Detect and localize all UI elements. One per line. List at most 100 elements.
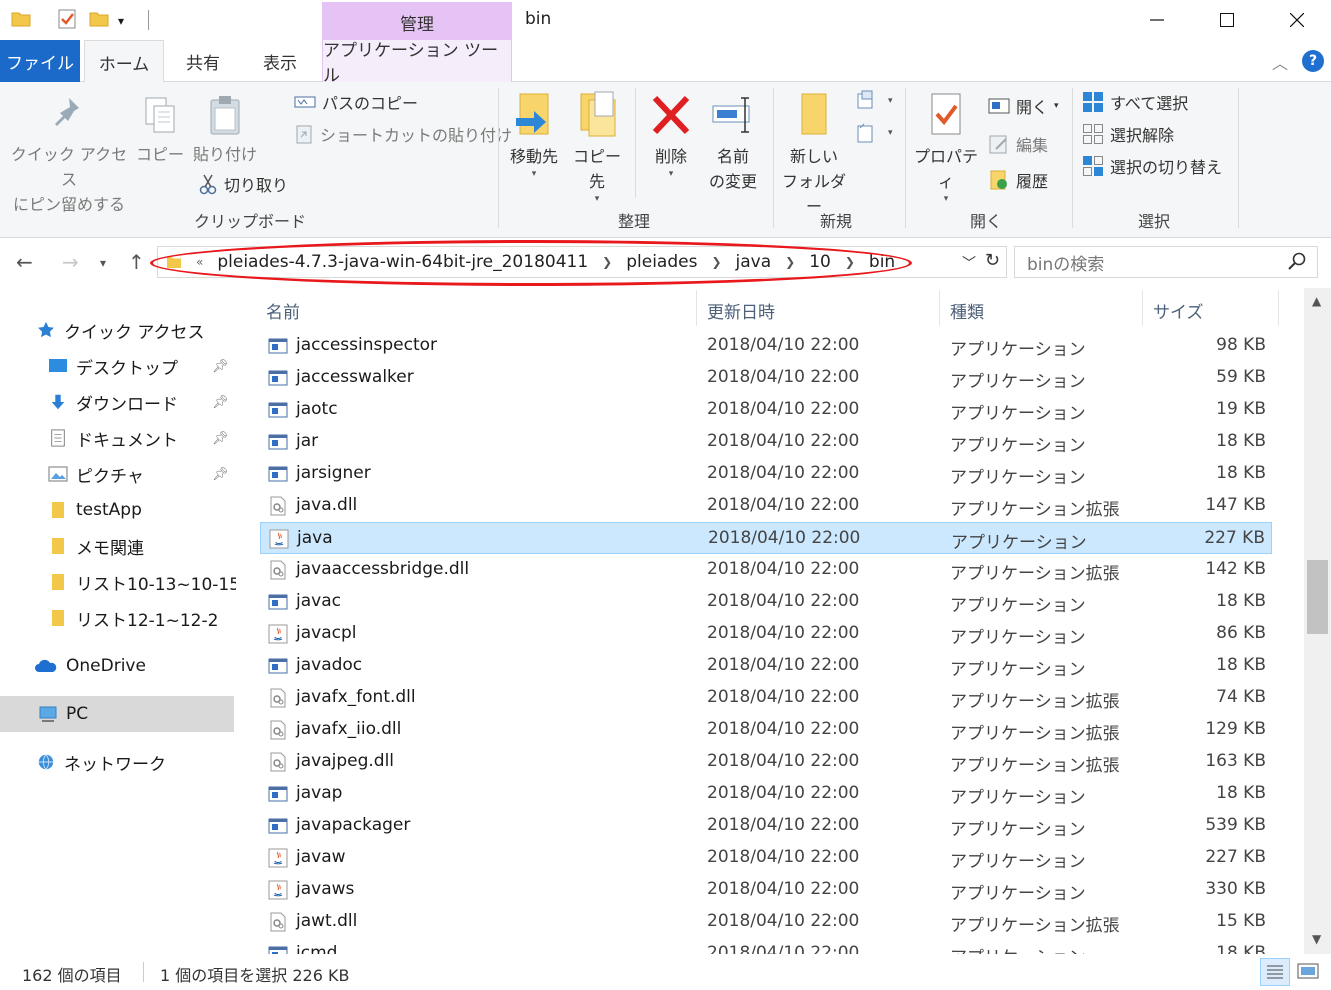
new-folder-icon[interactable] bbox=[88, 8, 110, 30]
breadcrumb-overflow[interactable]: « bbox=[196, 255, 203, 269]
nav-folder-list12[interactable]: リスト12-1~12-2 bbox=[0, 600, 234, 636]
easy-access-button[interactable]: ▾ bbox=[856, 122, 893, 144]
pin-to-quick-access-button[interactable]: クイック アクセス にピン留めする bbox=[8, 94, 130, 217]
table-row[interactable]: java 2018/04/10 22:00 アプリケーション 227 KB bbox=[260, 522, 1272, 554]
table-row[interactable]: javadoc 2018/04/10 22:00 アプリケーション 18 KB bbox=[260, 650, 1272, 682]
delete-button[interactable]: 削除 ▾ bbox=[645, 90, 697, 179]
search-input[interactable]: binの検索 bbox=[1014, 246, 1318, 278]
copy-to-button[interactable]: コピー先 ▾ bbox=[567, 90, 627, 204]
vertical-scrollbar[interactable]: ▲ ▼ bbox=[1304, 288, 1331, 954]
nav-quick-access[interactable]: クイック アクセス bbox=[0, 312, 234, 348]
column-header-name[interactable]: 名前 bbox=[266, 298, 300, 323]
table-row[interactable]: javacpl 2018/04/10 22:00 アプリケーション 86 KB bbox=[260, 618, 1272, 650]
table-row[interactable]: javafx_font.dll 2018/04/10 22:00 アプリケーション拡… bbox=[260, 682, 1272, 714]
scroll-down-icon[interactable]: ▼ bbox=[1312, 932, 1321, 946]
folder-icon[interactable] bbox=[10, 8, 32, 30]
collapse-ribbon-icon[interactable]: ︿ bbox=[1272, 50, 1288, 74]
invert-selection-button[interactable]: 選択の切り替え bbox=[1082, 154, 1222, 178]
table-row[interactable]: jaotc 2018/04/10 22:00 アプリケーション 19 KB bbox=[260, 394, 1272, 426]
table-row[interactable]: javaws 2018/04/10 22:00 アプリケーション 330 KB bbox=[260, 874, 1272, 906]
properties-button[interactable]: プロパティ ▾ bbox=[908, 90, 984, 204]
breadcrumb-item[interactable]: 10 bbox=[809, 252, 831, 272]
column-divider[interactable] bbox=[1278, 290, 1279, 326]
table-row[interactable]: jaccesswalker 2018/04/10 22:00 アプリケーション 59 … bbox=[260, 362, 1272, 394]
table-row[interactable]: javafx_iio.dll 2018/04/10 22:00 アプリケーション拡張… bbox=[260, 714, 1272, 746]
move-to-button[interactable]: 移動先 ▾ bbox=[505, 90, 563, 179]
chevron-right-icon[interactable]: ❯ bbox=[602, 255, 612, 269]
table-row[interactable]: jcmd 2018/04/10 22:00 アプリケーション 18 KB bbox=[260, 938, 1272, 954]
nav-folder-list10[interactable]: リスト10-13~10-15 bbox=[0, 564, 240, 600]
rename-button[interactable]: 名前 の変更 bbox=[704, 90, 762, 194]
tab-view[interactable]: 表示 bbox=[244, 40, 316, 82]
table-row[interactable]: javap 2018/04/10 22:00 アプリケーション 18 KB bbox=[260, 778, 1272, 810]
nav-downloads[interactable]: ダウンロード 📌︎ bbox=[0, 384, 234, 420]
nav-onedrive[interactable]: OneDrive bbox=[0, 648, 234, 684]
copy-button[interactable]: コピー bbox=[136, 94, 184, 167]
details-view-button[interactable] bbox=[1260, 958, 1290, 986]
pin-icon[interactable]: 📌︎ bbox=[212, 467, 229, 482]
table-row[interactable]: javajpeg.dll 2018/04/10 22:00 アプリケーション拡張 16… bbox=[260, 746, 1272, 778]
column-divider[interactable] bbox=[939, 290, 940, 326]
pin-icon[interactable]: 📌︎ bbox=[212, 359, 229, 374]
history-button[interactable]: 履歴 bbox=[988, 168, 1048, 192]
chevron-right-icon[interactable]: ❯ bbox=[845, 255, 855, 269]
breadcrumb-item[interactable]: bin bbox=[869, 252, 895, 272]
table-row[interactable]: jar 2018/04/10 22:00 アプリケーション 18 KB bbox=[260, 426, 1272, 458]
column-header-type[interactable]: 種類 bbox=[950, 298, 984, 323]
table-row[interactable]: javaw 2018/04/10 22:00 アプリケーション 227 KB bbox=[260, 842, 1272, 874]
customize-toolbar-icon[interactable]: ▾ bbox=[118, 14, 132, 36]
paste-shortcut-button[interactable]: ショートカットの貼り付け bbox=[294, 122, 512, 146]
properties-icon[interactable] bbox=[56, 8, 78, 30]
nav-folder-memo[interactable]: メモ関連 bbox=[0, 528, 234, 564]
chevron-down-icon[interactable]: ﹀ bbox=[962, 253, 976, 273]
column-divider[interactable] bbox=[696, 290, 697, 326]
select-all-button[interactable]: すべて選択 bbox=[1082, 90, 1188, 114]
maximize-button[interactable] bbox=[1192, 0, 1262, 40]
table-row[interactable]: jarsigner 2018/04/10 22:00 アプリケーション 18 KB bbox=[260, 458, 1272, 490]
select-none-button[interactable]: 選択解除 bbox=[1082, 122, 1174, 146]
nav-network[interactable]: ネットワーク bbox=[0, 744, 234, 780]
table-row[interactable]: javac 2018/04/10 22:00 アプリケーション 18 KB bbox=[260, 586, 1272, 618]
nav-pc[interactable]: PC bbox=[0, 696, 234, 732]
pin-icon[interactable]: 📌︎ bbox=[212, 395, 229, 410]
chevron-right-icon[interactable]: ❯ bbox=[785, 255, 795, 269]
column-header-size[interactable]: サイズ bbox=[1153, 298, 1204, 323]
table-row[interactable]: javaaccessbridge.dll 2018/04/10 22:00 アプリケ… bbox=[260, 554, 1272, 586]
scroll-up-icon[interactable]: ▲ bbox=[1312, 294, 1321, 308]
breadcrumb-item[interactable]: pleiades-4.7.3-java-win-64bit-jre_201804… bbox=[217, 252, 588, 272]
minimize-button[interactable] bbox=[1122, 0, 1192, 40]
copy-path-button[interactable]: パスのコピー bbox=[294, 90, 418, 114]
large-icons-view-button[interactable] bbox=[1294, 958, 1324, 986]
nav-desktop[interactable]: デスクトップ 📌︎ bbox=[0, 348, 234, 384]
column-divider[interactable] bbox=[1142, 290, 1143, 326]
scrollbar-thumb[interactable] bbox=[1307, 560, 1328, 634]
cut-button[interactable]: 切り取り bbox=[198, 172, 288, 196]
tab-file[interactable]: ファイル bbox=[0, 40, 80, 82]
breadcrumb-item[interactable]: java bbox=[736, 252, 772, 272]
column-header-date[interactable]: 更新日時 bbox=[707, 298, 775, 323]
tab-application-tools[interactable]: アプリケーション ツール bbox=[322, 40, 512, 86]
nav-documents[interactable]: ドキュメント 📌︎ bbox=[0, 420, 234, 456]
nav-pictures[interactable]: ピクチャ 📌︎ bbox=[0, 456, 234, 492]
paste-button[interactable]: 貼り付け bbox=[192, 94, 258, 167]
forward-arrow-icon[interactable]: → bbox=[62, 250, 79, 274]
new-item-button[interactable]: ▾ bbox=[856, 90, 893, 112]
back-arrow-icon[interactable]: ← bbox=[16, 250, 33, 274]
chevron-right-icon[interactable]: ❯ bbox=[711, 255, 721, 269]
nav-folder-testapp[interactable]: testApp bbox=[0, 492, 234, 528]
up-arrow-icon[interactable]: ↑ bbox=[128, 250, 145, 274]
table-row[interactable]: java.dll 2018/04/10 22:00 アプリケーション拡張 147 KB bbox=[260, 490, 1272, 522]
refresh-icon[interactable]: ↻ bbox=[985, 250, 1000, 271]
table-row[interactable]: javapackager 2018/04/10 22:00 アプリケーション 539 … bbox=[260, 810, 1272, 842]
recent-locations-icon[interactable]: ▾ bbox=[100, 256, 106, 270]
new-folder-button[interactable]: 新しい フォルダー bbox=[778, 90, 850, 219]
tab-share[interactable]: 共有 bbox=[166, 40, 240, 82]
tab-home[interactable]: ホーム bbox=[84, 40, 164, 83]
pin-icon[interactable]: 📌︎ bbox=[212, 431, 229, 446]
close-button[interactable] bbox=[1262, 0, 1331, 40]
help-icon[interactable]: ? bbox=[1302, 50, 1324, 72]
table-row[interactable]: jawt.dll 2018/04/10 22:00 アプリケーション拡張 15 KB bbox=[260, 906, 1272, 938]
address-bar[interactable]: « pleiades-4.7.3-java-win-64bit-jre_2018… bbox=[157, 246, 1007, 278]
breadcrumb-item[interactable]: pleiades bbox=[626, 252, 697, 272]
table-row[interactable]: jaccessinspector 2018/04/10 22:00 アプリケーション… bbox=[260, 330, 1272, 362]
